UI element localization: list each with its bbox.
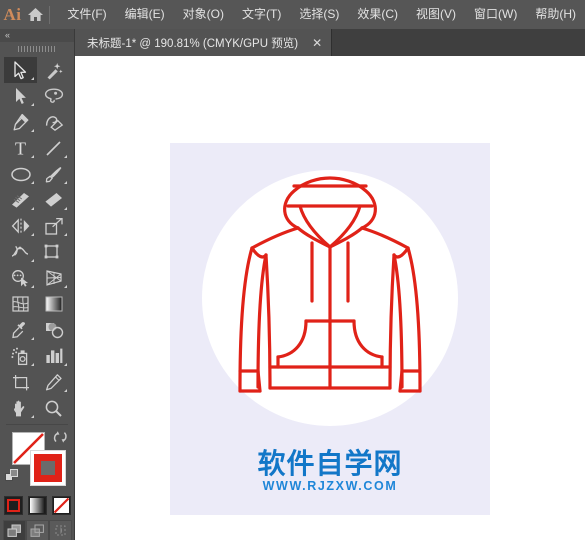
svg-text:T: T <box>15 139 26 157</box>
draw-inside-button[interactable] <box>48 520 72 540</box>
tools-panel: « T <box>0 29 75 540</box>
document-tab-bar: 未标题-1* @ 190.81% (CMYK/GPU 预览) ✕ <box>75 29 585 56</box>
flyout-indicator <box>31 337 34 340</box>
tool-grid: T <box>0 55 74 421</box>
ellipse-tool[interactable] <box>4 161 37 187</box>
menu-divider <box>48 5 50 24</box>
flyout-indicator <box>64 285 67 288</box>
draw-behind-button[interactable] <box>25 520 49 540</box>
fill-stroke-controls <box>0 428 74 494</box>
flyout-indicator <box>31 233 34 236</box>
reflect-tool[interactable] <box>4 213 37 239</box>
menu-help[interactable]: 帮助(H) <box>526 0 585 29</box>
menu-item-list: 文件(F) 编辑(E) 对象(O) 文字(T) 选择(S) 效果(C) 视图(V… <box>58 0 585 29</box>
perspective-grid-tool[interactable] <box>37 265 70 291</box>
swap-fill-stroke-icon[interactable] <box>53 430 68 447</box>
panel-drag-handle[interactable] <box>0 42 74 55</box>
default-fill-stroke-icon[interactable] <box>5 469 19 488</box>
watermark: 软件自学网 WWW.RJZXW.COM <box>170 446 490 493</box>
flyout-indicator <box>31 207 34 210</box>
flyout-indicator <box>64 155 67 158</box>
app-logo: Ai <box>3 5 22 24</box>
scale-tool[interactable] <box>37 213 70 239</box>
free-transform-tool[interactable] <box>37 239 70 265</box>
menu-edit[interactable]: 编辑(E) <box>116 0 174 29</box>
hand-tool[interactable] <box>4 395 37 421</box>
eyedropper-tool[interactable] <box>4 317 37 343</box>
document-tab[interactable]: 未标题-1* @ 190.81% (CMYK/GPU 预览) ✕ <box>75 29 333 56</box>
symbol-sprayer-tool[interactable] <box>4 343 37 369</box>
flyout-indicator <box>31 103 34 106</box>
pen-tool[interactable] <box>4 109 37 135</box>
zoom-tool[interactable] <box>37 395 70 421</box>
artboard-tool[interactable] <box>4 369 37 395</box>
mesh-tool[interactable] <box>4 291 37 317</box>
fill-type-buttons <box>0 496 74 515</box>
close-icon[interactable]: ✕ <box>312 37 322 49</box>
lasso-tool[interactable] <box>37 83 70 109</box>
column-graph-tool[interactable] <box>37 343 70 369</box>
slice-tool[interactable] <box>37 369 70 395</box>
width-tool[interactable] <box>4 239 37 265</box>
flyout-indicator <box>31 181 34 184</box>
menu-select[interactable]: 选择(S) <box>290 0 348 29</box>
flyout-indicator <box>31 259 34 262</box>
canvas-area[interactable]: 软件自学网 WWW.RJZXW.COM <box>76 56 585 540</box>
watermark-chinese: 软件自学网 <box>257 446 403 480</box>
menu-object[interactable]: 对象(O) <box>174 0 233 29</box>
illustrator-window: Ai 文件(F) 编辑(E) 对象(O) 文字(T) 选择(S) 效果(C) 视… <box>0 0 585 540</box>
collapse-panel-button[interactable]: « <box>0 29 74 42</box>
flyout-indicator <box>31 363 34 366</box>
magic-wand-tool[interactable] <box>37 57 70 83</box>
flyout-indicator <box>31 285 34 288</box>
none-button[interactable] <box>51 496 71 515</box>
flyout-indicator <box>64 363 67 366</box>
shaper-tool[interactable] <box>4 187 37 213</box>
gradient-button[interactable] <box>27 496 47 515</box>
menu-view[interactable]: 视图(V) <box>407 0 465 29</box>
flyout-indicator <box>31 155 34 158</box>
type-tool[interactable]: T <box>4 135 37 161</box>
color-button[interactable] <box>3 496 23 515</box>
line-segment-tool[interactable] <box>37 135 70 161</box>
menu-bar: Ai 文件(F) 编辑(E) 对象(O) 文字(T) 选择(S) 效果(C) 视… <box>0 0 585 29</box>
curvature-tool[interactable] <box>37 109 70 135</box>
artboard[interactable]: 软件自学网 WWW.RJZXW.COM <box>170 143 490 515</box>
selection-tool[interactable] <box>4 57 37 83</box>
flyout-indicator <box>31 129 34 132</box>
direct-selection-tool[interactable] <box>4 83 37 109</box>
flyout-indicator <box>64 181 67 184</box>
watermark-url: WWW.RJZXW.COM <box>262 479 398 493</box>
flyout-indicator <box>64 233 67 236</box>
flyout-indicator <box>64 207 67 210</box>
flyout-indicator <box>31 415 34 418</box>
draw-normal-button[interactable] <box>2 520 26 540</box>
menu-file[interactable]: 文件(F) <box>58 0 115 29</box>
stroke-swatch[interactable] <box>30 450 66 486</box>
flyout-indicator <box>31 77 34 80</box>
shape-builder-tool[interactable] <box>4 265 37 291</box>
blend-tool[interactable] <box>37 317 70 343</box>
gradient-tool[interactable] <box>37 291 70 317</box>
stroke-color-indicator <box>34 454 62 482</box>
flyout-indicator <box>64 389 67 392</box>
menu-window[interactable]: 窗口(W) <box>465 0 526 29</box>
eraser-tool[interactable] <box>37 187 70 213</box>
menu-type[interactable]: 文字(T) <box>233 0 290 29</box>
toolbar-divider <box>6 424 68 425</box>
drawing-mode-buttons <box>0 520 74 540</box>
menu-effect[interactable]: 效果(C) <box>348 0 407 29</box>
document-tab-title: 未标题-1* @ 190.81% (CMYK/GPU 预览) <box>87 37 299 50</box>
home-icon[interactable] <box>25 0 46 29</box>
paintbrush-tool[interactable] <box>37 161 70 187</box>
